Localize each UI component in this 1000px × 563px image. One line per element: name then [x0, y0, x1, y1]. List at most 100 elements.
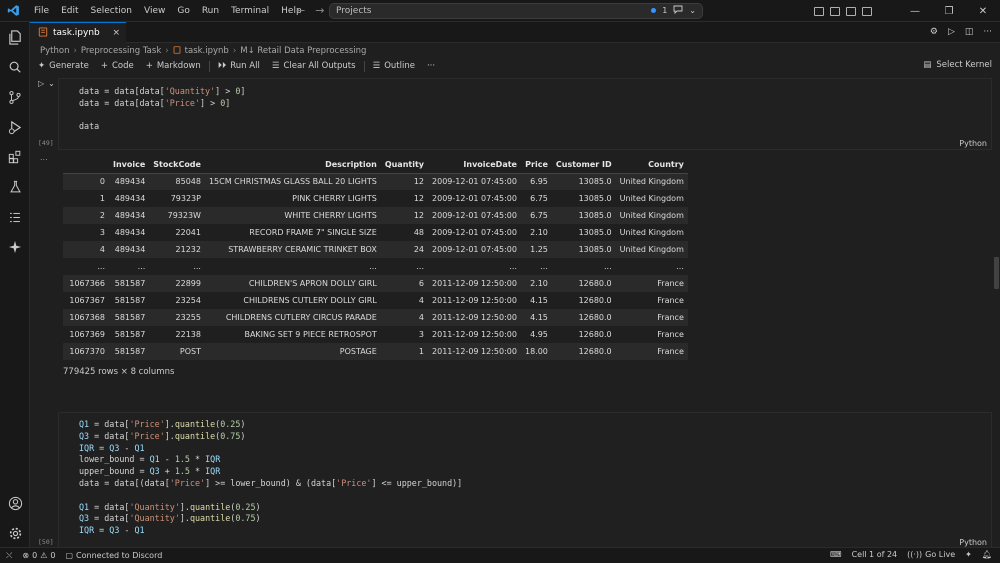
copilot-status-icon[interactable]: ✦	[965, 550, 972, 559]
code-cell-2-source[interactable]: Q1 = data['Price'].quantile(0.25) Q3 = d…	[59, 413, 991, 537]
editor-settings-gear-icon[interactable]: ⚙	[930, 27, 938, 37]
title-right: — ❐ ✕	[814, 0, 1000, 22]
table-cell: 2009-12-01 07:45:00	[432, 245, 517, 254]
menu-view[interactable]: View	[138, 6, 171, 16]
customize-layout-icon[interactable]	[814, 6, 824, 16]
cell-position[interactable]: Cell 1 of 24	[852, 550, 898, 559]
breadcrumb-item-file[interactable]: task.ipynb	[185, 46, 229, 56]
editor-scrollbar[interactable]	[992, 75, 1000, 547]
go-live-button[interactable]: ((·)) Go Live	[907, 550, 955, 559]
run-cell-icon[interactable]: ▷	[38, 79, 44, 88]
toggle-panel-icon[interactable]	[846, 6, 856, 16]
more-actions-icon[interactable]: ···	[983, 27, 992, 37]
run-options-chevron-icon[interactable]: ⌄	[48, 79, 55, 88]
search-icon[interactable]	[6, 58, 24, 76]
table-cell: 79323P	[170, 194, 201, 203]
menu-edit[interactable]: Edit	[55, 6, 84, 16]
breadcrumb-item-folder[interactable]: Preprocessing Task	[81, 46, 161, 56]
minimize-icon[interactable]: —	[898, 0, 932, 22]
add-code-cell-button[interactable]: + Code	[95, 61, 140, 71]
code-cell-1-source[interactable]: data = data[data['Quantity'] > 0] data =…	[59, 79, 991, 133]
breadcrumb-chevron-icon: ›	[232, 46, 237, 56]
split-editor-icon[interactable]: ◫	[965, 27, 974, 37]
restore-icon[interactable]: ❐	[932, 0, 966, 22]
table-cell: 489434	[114, 177, 146, 187]
toggle-sidebar-icon[interactable]	[830, 6, 840, 16]
outline-button[interactable]: ☰ Outline	[367, 61, 421, 71]
menu-selection[interactable]: Selection	[85, 6, 138, 16]
table-cell: 6	[418, 279, 425, 288]
table-cell: 22041	[175, 228, 201, 237]
copilot-sparkle-icon[interactable]	[6, 238, 24, 256]
command-center[interactable]: Projects 1 ⌄	[329, 3, 703, 19]
explorer-icon[interactable]	[6, 28, 24, 46]
notification-count[interactable]: 1	[662, 6, 667, 15]
source-control-icon[interactable]	[6, 88, 24, 106]
discord-status[interactable]: ▢ Connected to Discord	[65, 551, 162, 560]
toolbar-more-button[interactable]: ···	[421, 61, 441, 71]
toolbar-divider	[363, 60, 365, 72]
tab-label: task.ipynb	[53, 28, 100, 38]
back-arrow-icon[interactable]: ←	[296, 4, 305, 17]
keyboard-icon[interactable]: ⌨	[830, 550, 842, 559]
notebook-file-icon	[38, 26, 48, 40]
menu-run[interactable]: Run	[196, 6, 225, 16]
account-icon[interactable]	[6, 494, 24, 512]
table-cell: 4.15	[530, 296, 548, 305]
menu-terminal[interactable]: Terminal	[225, 6, 275, 16]
add-markdown-cell-button[interactable]: + Markdown	[140, 61, 207, 71]
notebook-editor: ▷ ⌄ data = data[data['Quantity'] > 0] da…	[30, 75, 1000, 547]
generate-button[interactable]: ✦ Generate	[30, 61, 95, 71]
notifications-bell-icon[interactable]: 🔔︎	[982, 550, 992, 559]
tab-task-ipynb[interactable]: task.ipynb ×	[30, 22, 126, 43]
column-header	[63, 156, 109, 174]
toggle-secondary-sidebar-icon[interactable]	[862, 6, 872, 16]
extensions-icon[interactable]	[6, 148, 24, 166]
run-notebook-icon[interactable]: ▷	[948, 27, 955, 37]
vscode-logo-icon[interactable]	[6, 4, 20, 18]
code-cell-1[interactable]: data = data[data['Quantity'] > 0] data =…	[58, 78, 992, 150]
select-kernel-button[interactable]: ▤ Select Kernel	[923, 60, 992, 70]
discord-label: Connected to Discord	[76, 551, 163, 560]
table-cell: 1	[418, 347, 425, 356]
table-cell: ...	[137, 262, 146, 271]
table-cell: 2011-12-09 12:50:00	[432, 330, 517, 339]
cell-language-label[interactable]: Python	[959, 538, 987, 547]
cell-language-label[interactable]: Python	[959, 139, 987, 148]
scrollbar-thumb[interactable]	[994, 257, 999, 289]
table-cell: ...	[369, 262, 377, 271]
forward-arrow-icon[interactable]: →	[315, 4, 324, 17]
clear-all-outputs-button[interactable]: ☰ Clear All Outputs	[266, 61, 362, 71]
close-window-icon[interactable]: ✕	[966, 0, 1000, 22]
column-header: Description	[204, 156, 381, 174]
nav-arrows: ← →	[296, 4, 324, 17]
dataframe-output: Invoice StockCode Description Quantity Invoi…	[63, 156, 688, 360]
table-cell: ...	[509, 262, 517, 271]
table-cell: 12680.0	[578, 296, 612, 305]
notebook-toolbar: ✦ Generate + Code + Markdown ⏵⏵ Run All …	[30, 58, 1000, 74]
column-header: Quantity	[380, 156, 429, 174]
table-cell: 13085.0	[578, 211, 612, 220]
menu-go[interactable]: Go	[171, 6, 195, 16]
clear-all-label: Clear All Outputs	[283, 61, 356, 71]
menu-file[interactable]: File	[28, 6, 55, 16]
run-all-button[interactable]: ⏵⏵ Run All	[212, 61, 266, 71]
breadcrumb-item-section[interactable]: M↓ Retail Data Preprocessing	[240, 46, 366, 56]
problems-indicator[interactable]: ⊗ 0 ⚠ 0	[22, 551, 55, 560]
run-debug-icon[interactable]	[6, 118, 24, 136]
chevron-down-icon[interactable]: ⌄	[689, 6, 696, 15]
command-center-actions: 1 ⌄	[651, 5, 696, 16]
breadcrumb-item-python[interactable]: Python	[40, 46, 69, 56]
table-cell: 489434	[114, 194, 146, 203]
chat-icon[interactable]	[673, 5, 683, 16]
code-cell-2[interactable]: Q1 = data['Price'].quantile(0.25) Q3 = d…	[58, 412, 992, 547]
notebook-file-icon	[173, 45, 181, 57]
table-cell: 3	[418, 330, 425, 339]
remote-icon[interactable]: ⤬	[6, 551, 12, 561]
tab-close-icon[interactable]: ×	[112, 28, 120, 38]
jupyter-outline-icon[interactable]	[6, 208, 24, 226]
output-actions-icon[interactable]: ...	[40, 153, 48, 162]
markdown-label: Markdown	[156, 61, 201, 71]
testing-flask-icon[interactable]	[6, 178, 24, 196]
settings-gear-icon[interactable]	[6, 524, 24, 542]
